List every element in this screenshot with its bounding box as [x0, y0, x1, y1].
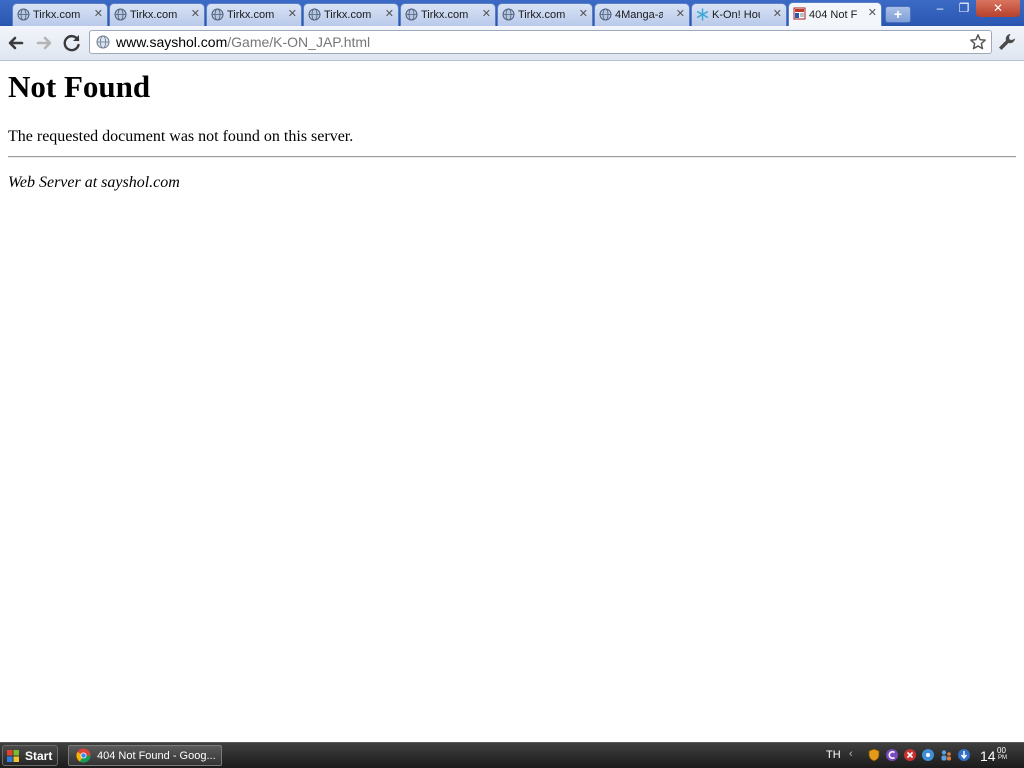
start-button[interactable]: Start — [2, 745, 58, 766]
tab-label: Tirkx.com — [33, 9, 81, 21]
bookmark-star-icon[interactable] — [969, 33, 987, 51]
wrench-icon[interactable] — [996, 31, 1018, 53]
start-label: Start — [25, 749, 53, 763]
forward-arrow-icon[interactable] — [32, 31, 56, 55]
url-path: /Game/K-ON_JAP.html — [227, 34, 371, 50]
download-icon[interactable] — [957, 748, 971, 762]
browser-toolbar: www.sayshol.com/Game/K-ON_JAP.html — [0, 26, 1024, 61]
tab-label: Tirkx.com — [130, 9, 178, 21]
divider — [8, 156, 1016, 158]
globe-icon — [502, 8, 515, 21]
tab-7[interactable]: 4Manga-a ✕ — [594, 3, 690, 26]
clock-ampm: PM — [998, 755, 1007, 761]
reload-icon[interactable] — [60, 31, 84, 55]
tab-1[interactable]: Tirkx.com ✕ — [12, 3, 108, 26]
page-icon — [793, 7, 806, 20]
tray-expand-icon[interactable]: ‹ — [849, 748, 853, 760]
back-arrow-icon[interactable] — [4, 31, 28, 55]
globe-icon — [114, 8, 127, 21]
globe-icon — [211, 8, 224, 21]
tab-5[interactable]: Tirkx.com ✕ — [400, 3, 496, 26]
tab-2[interactable]: Tirkx.com ✕ — [109, 3, 205, 26]
shield-icon[interactable] — [867, 748, 881, 762]
tab-close-icon[interactable]: ✕ — [191, 8, 200, 21]
system-tray: TH ‹ 14 00 PM — [822, 743, 1024, 768]
language-indicator[interactable]: TH — [826, 749, 841, 761]
error-x-icon[interactable] — [903, 748, 917, 762]
tab-label: Tirkx.com — [421, 9, 469, 21]
clock-hour: 14 — [980, 748, 996, 764]
taskbar-item-chrome[interactable]: 404 Not Found - Goog... — [68, 745, 222, 766]
close-window-button[interactable]: ✕ — [976, 0, 1020, 17]
globe-icon — [96, 35, 110, 49]
tab-label: Tirkx.com — [518, 9, 566, 21]
tab-8[interactable]: K-On! Hou ✕ — [691, 3, 787, 26]
tab-close-icon[interactable]: ✕ — [773, 8, 782, 21]
tab-strip: Tirkx.com ✕ Tirkx.com ✕ Tirkx.com ✕ Tirk… — [0, 0, 1024, 26]
url-host: www.sayshol.com — [116, 34, 228, 50]
tab-close-icon[interactable]: ✕ — [676, 8, 685, 21]
chrome-icon — [76, 748, 91, 763]
tab-3[interactable]: Tirkx.com ✕ — [206, 3, 302, 26]
tab-close-icon[interactable]: ✕ — [868, 7, 877, 20]
tab-6[interactable]: Tirkx.com ✕ — [497, 3, 593, 26]
people-icon[interactable] — [939, 748, 953, 762]
page-content: Not Found The requested document was not… — [0, 61, 1024, 742]
taskbar-item-label: 404 Not Found - Goog... — [97, 750, 216, 762]
new-tab-button[interactable]: + — [885, 6, 911, 23]
address-bar[interactable]: www.sayshol.com/Game/K-ON_JAP.html — [89, 30, 992, 54]
globe-icon — [405, 8, 418, 21]
tab-label: Tirkx.com — [324, 9, 372, 21]
tab-9[interactable]: 404 Not Fo ✕ — [788, 2, 882, 26]
tab-close-icon[interactable]: ✕ — [288, 8, 297, 21]
tab-4[interactable]: Tirkx.com ✕ — [303, 3, 399, 26]
network-icon[interactable] — [921, 748, 935, 762]
tab-close-icon[interactable]: ✕ — [579, 8, 588, 21]
taskbar: Start 404 Not Found - Goog... TH ‹ 14 00… — [0, 742, 1024, 768]
snowflake-icon — [696, 8, 709, 21]
url-text[interactable]: www.sayshol.com/Game/K-ON_JAP.html — [116, 35, 370, 50]
restore-button[interactable]: ❐ — [952, 0, 976, 17]
tab-close-icon[interactable]: ✕ — [94, 8, 103, 21]
tab-label: 4Manga-a — [615, 9, 663, 21]
error-message: The requested document was not found on … — [8, 128, 354, 145]
globe-icon — [599, 8, 612, 21]
server-signature: Web Server at sayshol.com — [8, 174, 180, 191]
tab-label: 404 Not Fo — [809, 8, 857, 21]
tab-label: Tirkx.com — [227, 9, 275, 21]
c-circle-icon[interactable] — [885, 748, 899, 762]
tab-close-icon[interactable]: ✕ — [385, 8, 394, 21]
globe-icon — [308, 8, 321, 21]
globe-icon — [17, 8, 30, 21]
tab-close-icon[interactable]: ✕ — [482, 8, 491, 21]
windows-logo-icon — [7, 750, 19, 762]
minimize-button[interactable]: ‒ — [928, 0, 952, 17]
tab-label: K-On! Hou — [712, 9, 760, 21]
page-heading: Not Found — [8, 69, 151, 104]
clock-minutes: 00 — [997, 746, 1006, 755]
